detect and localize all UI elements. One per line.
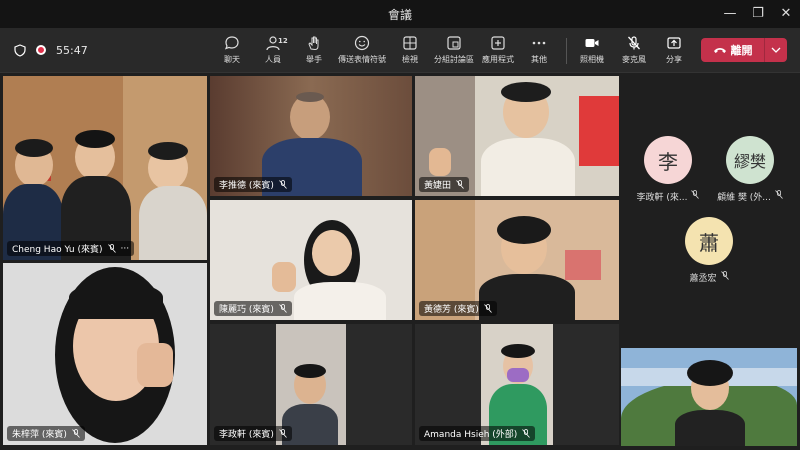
- raise-hand-button[interactable]: 舉手: [290, 34, 338, 65]
- shield-icon[interactable]: [14, 43, 26, 57]
- title-bar: 會議 — ❐ ✕: [0, 0, 800, 28]
- person-hair: [687, 360, 733, 386]
- smile-icon: [354, 35, 370, 51]
- breakout-icon: [447, 36, 461, 50]
- video-tile-amanda-hsieh[interactable]: Amanda Hsieh (外部): [415, 324, 619, 445]
- person-hair: [294, 364, 326, 378]
- mic-off-icon: [720, 271, 729, 280]
- mic-off-icon: [628, 36, 640, 50]
- more-button[interactable]: 其他: [515, 34, 563, 65]
- participant-name-tag: 陳麗巧 (來賓): [214, 301, 292, 316]
- camera-button[interactable]: 照相機: [568, 34, 616, 65]
- person-body: [675, 410, 745, 446]
- avatar-name: 顧維 樊 (外...: [705, 190, 795, 203]
- window-title: 會議: [387, 8, 412, 22]
- person-body: [139, 186, 207, 260]
- person-body: [481, 138, 575, 196]
- close-window-button[interactable]: ✕: [772, 4, 800, 24]
- toolbar-divider: [566, 38, 567, 64]
- add-app-icon: [491, 36, 505, 50]
- meeting-status: 55:47: [14, 42, 88, 58]
- recording-icon: [36, 45, 46, 55]
- person-hair: [15, 139, 53, 157]
- mic-off-icon: [456, 180, 464, 189]
- thumbs-up-hand: [429, 148, 451, 176]
- mic-off-icon: [484, 304, 492, 313]
- mic-off-icon: [107, 244, 116, 253]
- chevron-down-icon: [771, 47, 781, 53]
- mic-off-icon: [522, 429, 531, 438]
- video-tile-cheng-hao-yu[interactable]: Cheng Hao Yu (來賓) ···: [3, 76, 207, 260]
- participant-name-tag: Amanda Hsieh (外部): [419, 426, 536, 441]
- video-tile-zhu-zi-ping[interactable]: 朱梓萍 (來賓): [3, 263, 207, 445]
- person-hair: [296, 92, 324, 102]
- minimize-button[interactable]: —: [716, 4, 744, 24]
- share-icon: [667, 37, 681, 49]
- avatar-name: 蕭丞宏: [664, 271, 754, 284]
- participant-avatar-fan[interactable]: 繆樊 顧維 樊 (外...: [705, 136, 795, 203]
- video-tile-huang-jie-tian[interactable]: 黃婕田: [415, 76, 619, 196]
- grid-icon: [403, 36, 417, 50]
- hand-icon: [308, 36, 319, 51]
- video-tile-chen-li-qiao[interactable]: 陳麗巧 (來賓): [210, 200, 412, 320]
- mic-off-icon: [279, 180, 287, 189]
- hand-gesture: [137, 343, 173, 387]
- participant-avatar-xiao[interactable]: 蕭 蕭丞宏: [664, 217, 754, 284]
- mic-off-icon: [279, 429, 287, 438]
- mic-off-icon: [72, 429, 80, 438]
- people-count-badge: 12: [278, 37, 288, 45]
- person-face: [312, 230, 352, 276]
- person-hair: [501, 344, 535, 358]
- participant-name-tag: 朱梓萍 (來賓): [7, 426, 85, 441]
- face-mask: [507, 368, 529, 382]
- more-options-icon[interactable]: ···: [121, 244, 130, 254]
- person-hair: [501, 82, 551, 102]
- flag-decoration: [579, 96, 619, 166]
- chair-background: [565, 250, 601, 280]
- mic-off-icon: [279, 304, 287, 313]
- phone-hangup-icon: [713, 48, 726, 53]
- participant-name-tag: 黃德芳 (來賓): [419, 301, 497, 316]
- participant-avatar-li[interactable]: 李 李政軒 (來...: [623, 136, 713, 203]
- participant-name-tag: 黃婕田: [419, 177, 470, 192]
- video-tile-huang-de-fang[interactable]: 黃德芳 (來賓): [415, 200, 619, 320]
- thumbs-up-hand: [272, 262, 296, 292]
- camera-icon: [585, 39, 599, 47]
- person-bangs: [69, 283, 163, 319]
- avatar: 李: [644, 136, 692, 184]
- participant-name-tag: 李推德 (來賓): [214, 177, 292, 192]
- video-tile-li-zheng-xuan[interactable]: 李政軒 (來賓): [210, 324, 412, 445]
- meeting-toolbar: 55:47 聊天 12 人員 舉手 傳送表情符號 檢視 分組討論區 應用程式 其…: [0, 28, 800, 73]
- leave-button[interactable]: 離開: [701, 38, 787, 62]
- breakout-rooms-button[interactable]: 分組討論區: [430, 34, 478, 65]
- more-icon: [532, 41, 546, 45]
- person-hair: [75, 130, 115, 148]
- chat-icon: [224, 36, 239, 50]
- self-view-video[interactable]: [621, 348, 797, 446]
- leave-label: 離開: [730, 44, 753, 57]
- share-button[interactable]: 分享: [650, 34, 698, 65]
- avatar: 繆樊: [726, 136, 774, 184]
- view-button[interactable]: 檢視: [386, 34, 434, 65]
- participant-name-tag: 李政軒 (來賓): [214, 426, 292, 441]
- react-button[interactable]: 傳送表情符號: [337, 34, 387, 65]
- person-hair: [497, 216, 551, 244]
- video-tile-li-tui-de[interactable]: 李推德 (來賓): [210, 76, 412, 196]
- leave-options-button[interactable]: [765, 38, 787, 62]
- meeting-timer: 55:47: [56, 43, 88, 57]
- avatar: 蕭: [685, 217, 733, 265]
- mic-off-icon: [691, 190, 700, 199]
- person-body: [294, 282, 386, 320]
- avatar-name: 李政軒 (來...: [623, 190, 713, 203]
- maximize-button[interactable]: ❐: [744, 4, 772, 24]
- person-hair: [148, 142, 188, 160]
- mic-off-icon: [775, 190, 783, 199]
- participant-name-tag: Cheng Hao Yu (來賓) ···: [7, 241, 135, 256]
